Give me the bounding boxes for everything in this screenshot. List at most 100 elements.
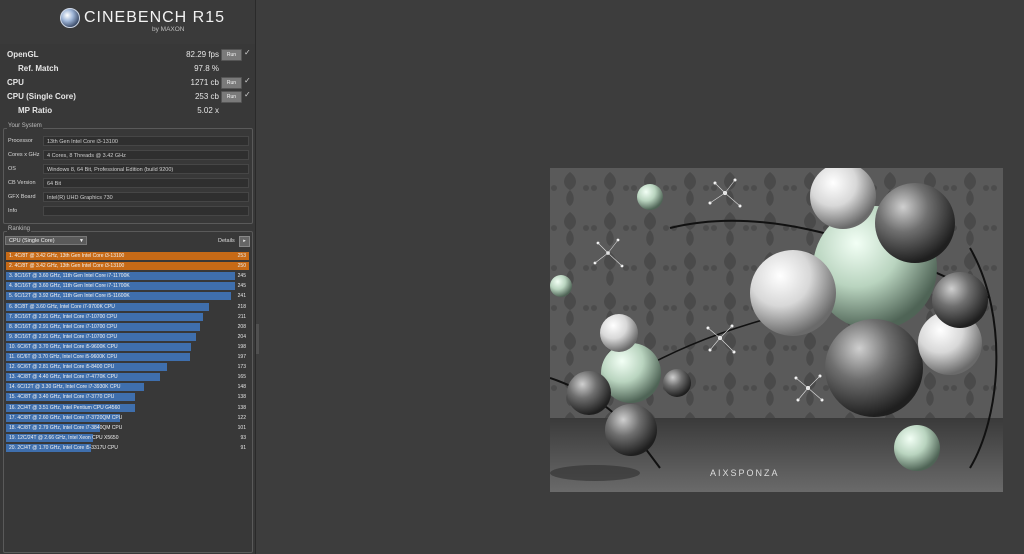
- ranking-score: 197: [237, 354, 246, 360]
- ranking-label: 9. 8C/16T @ 2.91 GHz, Intel Core i7-1070…: [9, 333, 118, 340]
- ranking-row[interactable]: 6. 8C/8T @ 3.60 GHz, Intel Core i7-9700K…: [6, 302, 249, 311]
- header: CINEBENCH R15 by MAXON: [0, 0, 255, 44]
- ranking-label: 14. 6C/12T @ 3.30 GHz, Intel Core i7-393…: [9, 384, 121, 391]
- ranking-score: 245: [237, 283, 246, 290]
- ranking-row[interactable]: 10. 6C/6T @ 3.70 GHz, Intel Core i5-9600…: [6, 342, 249, 351]
- ranking-row[interactable]: 9. 8C/16T @ 2.91 GHz, Intel Core i7-1070…: [6, 332, 249, 341]
- ranking-row[interactable]: 15. 4C/8T @ 3.40 GHz, Intel Core i7-3770…: [6, 392, 249, 402]
- score-row: OpenGL 82.29 fps Run ✓: [3, 48, 251, 61]
- system-value: 13th Gen Intel Core i3-13100: [43, 136, 249, 146]
- ranking-label: 6. 8C/8T @ 3.60 GHz, Intel Core i7-9700K…: [9, 303, 115, 310]
- details-toggle-button[interactable]: ▸: [239, 236, 250, 247]
- ranking-row[interactable]: 12. 6C/6T @ 2.81 GHz, Intel Core i5-8400…: [6, 362, 249, 372]
- system-row: GFX Board Intel(R) UHD Graphics 730: [4, 190, 252, 204]
- ranking-label: 10. 6C/6T @ 3.70 GHz, Intel Core i5-9600…: [9, 343, 118, 350]
- run-button[interactable]: Run: [221, 49, 242, 61]
- system-row: Cores x GHz 4 Cores, 8 Threads @ 3.42 GHz: [4, 148, 252, 162]
- score-row: CPU (Single Core) 253 cb Run ✓: [3, 90, 251, 103]
- ranking-row[interactable]: 1. 4C/8T @ 3.42 GHz, 13th Gen Intel Core…: [6, 251, 249, 260]
- ranking-row[interactable]: 11. 6C/6T @ 3.70 GHz, Intel Core i5-9600…: [6, 352, 249, 361]
- ranking-dropdown-value: CPU (Single Core): [9, 238, 55, 244]
- ranking-row[interactable]: 7. 8C/16T @ 2.91 GHz, Intel Core i7-1070…: [6, 312, 249, 321]
- system-value: Intel(R) UHD Graphics 730: [43, 192, 249, 202]
- ranking-label: 16. 2C/4T @ 3.51 GHz, Intel Pentium CPU …: [9, 404, 121, 411]
- ranking-score: 93: [240, 434, 246, 441]
- ranking-label: 8. 8C/16T @ 2.91 GHz, Intel Core i7-1070…: [9, 323, 118, 330]
- ranking-row[interactable]: 14. 6C/12T @ 3.30 GHz, Intel Core i7-393…: [6, 382, 249, 392]
- score-row: CPU 1271 cb Run ✓: [3, 76, 251, 89]
- ranking-row[interactable]: 5. 6C/12T @ 3.92 GHz, 11th Gen Intel Cor…: [6, 291, 249, 301]
- ranking-score: 148: [237, 384, 246, 391]
- ranking-row[interactable]: 13. 4C/8T @ 4.40 GHz, Intel Core i7-4770…: [6, 372, 249, 382]
- system-value: Windows 8, 64 Bit, Professional Edition …: [43, 164, 249, 174]
- ranking-score: 198: [237, 343, 246, 350]
- ranking-dropdown[interactable]: CPU (Single Core) ▼: [5, 236, 87, 245]
- ranking-label: 15. 4C/8T @ 3.40 GHz, Intel Core i7-3770…: [9, 394, 115, 401]
- scores-panel: OpenGL 82.29 fps Run ✓ Ref. Match 97.8 % CPU 12…: [3, 48, 251, 118]
- score-row: MP Ratio 5.02 x: [3, 104, 251, 116]
- ranking-score: 101: [237, 424, 246, 431]
- ranking-score: 165: [237, 374, 246, 381]
- system-row: Info: [4, 204, 252, 218]
- ranking-label: 11. 6C/6T @ 3.70 GHz, Intel Core i5-9600…: [9, 354, 118, 360]
- ranking-label: 2. 4C/8T @ 3.42 GHz, 13th Gen Intel Core…: [9, 263, 125, 270]
- ranking-row[interactable]: 19. 12C/24T @ 2.66 GHz, Intel Xeon CPU X…: [6, 433, 249, 442]
- ranking-row[interactable]: 18. 4C/8T @ 2.79 GHz, Intel Core i7-3840…: [6, 423, 249, 432]
- ranking-score: 218: [237, 303, 246, 310]
- score-label: OpenGL: [7, 50, 39, 59]
- ranking-score: 208: [237, 323, 246, 330]
- aixsponza-watermark: AIXSPONZA: [710, 468, 780, 478]
- ranking-row[interactable]: 20. 2C/4T @ 1.70 GHz, Intel Core i5-3317…: [6, 443, 249, 452]
- ranking-label: 17. 4C/8T @ 2.60 GHz, Intel Core i7-3720…: [9, 414, 123, 421]
- ranking-score: 138: [237, 394, 246, 401]
- render-scene: [550, 168, 1003, 492]
- system-label: Info: [8, 208, 18, 214]
- ranking-score: 253: [237, 253, 246, 259]
- ranking-row[interactable]: 2. 4C/8T @ 3.42 GHz, 13th Gen Intel Core…: [6, 261, 249, 271]
- ranking-row[interactable]: 4. 8C/16T @ 3.60 GHz, 11th Gen Intel Cor…: [6, 281, 249, 291]
- run-button[interactable]: Run: [221, 91, 242, 103]
- score-label: MP Ratio: [18, 106, 53, 115]
- left-panel: CINEBENCH R15 by MAXON OpenGL 82.29 fps Ru…: [0, 0, 256, 554]
- checkmark-icon: ✓: [244, 48, 251, 57]
- system-value: 64 Bit: [43, 178, 249, 188]
- ranking-row[interactable]: 17. 4C/8T @ 2.60 GHz, Intel Core i7-3720…: [6, 413, 249, 422]
- ranking-row[interactable]: 8. 8C/16T @ 2.91 GHz, Intel Core i7-1070…: [6, 322, 249, 331]
- ranking-label: 4. 8C/16T @ 3.60 GHz, 11th Gen Intel Cor…: [9, 283, 130, 290]
- ranking-label: 19. 12C/24T @ 2.66 GHz, Intel Xeon CPU X…: [9, 434, 119, 441]
- ranking-score: 250: [237, 263, 246, 270]
- ranking-score: 138: [237, 404, 246, 411]
- system-panel: Your System Processor 13th Gen Intel Core…: [3, 123, 253, 224]
- ranking-label: 5. 6C/12T @ 3.92 GHz, 11th Gen Intel Cor…: [9, 293, 130, 300]
- score-value: 253 cb: [194, 92, 219, 101]
- system-label: GFX Board: [8, 194, 36, 200]
- ranking-score: 173: [237, 364, 246, 371]
- ranking-score: 241: [237, 293, 246, 300]
- system-label: Cores x GHz: [8, 152, 40, 158]
- score-label: Ref. Match: [18, 64, 59, 73]
- details-label: Details: [218, 238, 235, 244]
- system-row: OS Windows 8, 64 Bit, Professional Editio…: [4, 162, 252, 176]
- system-label: Processor: [8, 138, 33, 144]
- score-value: 5.02 x: [197, 106, 219, 115]
- ranking-label: 12. 6C/6T @ 2.81 GHz, Intel Core i5-8400…: [9, 364, 115, 371]
- ranking-row[interactable]: 3. 8C/16T @ 3.60 GHz, 11th Gen Intel Cor…: [6, 271, 249, 281]
- ranking-score: 204: [237, 333, 246, 340]
- system-row: Processor 13th Gen Intel Core i3-13100: [4, 134, 252, 148]
- ranking-score: 122: [237, 414, 246, 421]
- ranking-score: 211: [238, 313, 246, 320]
- ranking-title: Ranking: [7, 226, 32, 232]
- system-value: 4 Cores, 8 Threads @ 3.42 GHz: [43, 150, 249, 160]
- ranking-row[interactable]: 16. 2C/4T @ 3.51 GHz, Intel Pentium CPU …: [6, 403, 249, 412]
- run-button[interactable]: Run: [221, 77, 242, 89]
- panel-splitter[interactable]: [256, 324, 259, 354]
- ranking-label: 1. 4C/8T @ 3.42 GHz, 13th Gen Intel Core…: [9, 253, 125, 259]
- score-label: CPU (Single Core): [7, 92, 76, 101]
- ranking-label: 18. 4C/8T @ 2.79 GHz, Intel Core i7-3840…: [9, 424, 123, 431]
- ranking-label: 7. 8C/16T @ 2.91 GHz, Intel Core i7-1070…: [9, 313, 118, 320]
- score-value: 1271 cb: [190, 78, 219, 87]
- ranking-label: 3. 8C/16T @ 3.60 GHz, 11th Gen Intel Cor…: [9, 273, 130, 280]
- score-value: 97.8 %: [194, 64, 219, 73]
- system-value[interactable]: [43, 206, 249, 216]
- system-label: OS: [8, 166, 16, 172]
